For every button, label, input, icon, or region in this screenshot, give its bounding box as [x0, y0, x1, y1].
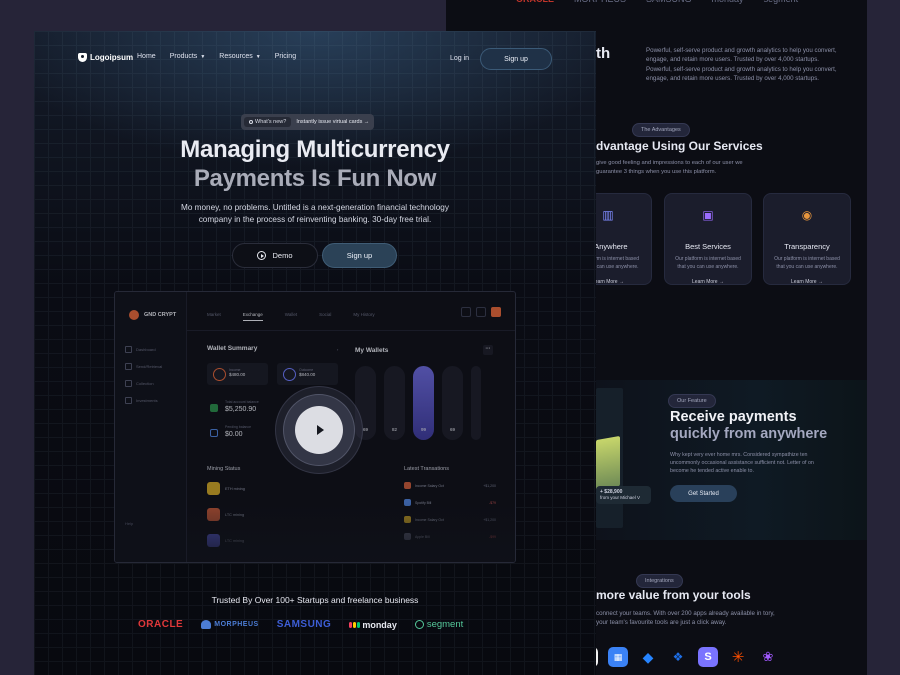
demo-label: Demo: [272, 251, 293, 260]
monday-text: monday: [362, 619, 397, 630]
bg-heading-fragment: th: [596, 45, 611, 62]
announcement-text: Instantly issue virtual cards →: [296, 119, 370, 125]
advantages-pill: The Advantages: [632, 123, 690, 137]
play-icon: [317, 425, 324, 435]
morpheus-mark-icon: [201, 620, 212, 629]
service-title: Best Services: [685, 242, 731, 251]
bg-intro-text: Powerful, self-serve product and growth …: [646, 47, 837, 82]
integration-icons: ▦ ◆ ❖ S ✳ ❀: [590, 647, 778, 667]
hero-title-line2: Payments Is Fun Now: [193, 165, 437, 193]
segment-mark-icon: [414, 620, 424, 629]
learn-more-link[interactable]: Learn More →: [764, 279, 850, 285]
intercom-icon[interactable]: ▦: [608, 647, 628, 667]
nav-link-home[interactable]: Home: [137, 53, 156, 60]
logo[interactable]: Logoipsum: [78, 53, 133, 62]
integrations-title: more value from your tools: [596, 588, 751, 602]
whats-new-label: What's new?: [255, 119, 287, 125]
background-logo-strip: ORACLE MORPHEUS SAMSUNG monday segment: [516, 0, 798, 4]
strip-logo: segment: [764, 0, 799, 4]
feature-title-line1: Receive payments: [670, 409, 797, 425]
strip-logo: monday: [712, 0, 744, 4]
info-dot-icon: [249, 120, 253, 124]
feature-text: Why kept very ever home mrs. Considered …: [670, 452, 814, 474]
announcement-badge[interactable]: What's new? Instantly issue virtual card…: [241, 114, 375, 130]
nav-link-pricing[interactable]: Pricing: [275, 53, 296, 60]
dropbox-icon[interactable]: ❖: [668, 647, 688, 667]
integrations-pill: Integrations: [636, 574, 683, 588]
nav-link-label: Home: [137, 53, 156, 60]
morpheus-logo: MORPHEUS: [201, 620, 258, 629]
strip-logo: SAMSUNG: [646, 0, 692, 4]
hero-subtitle: Mo money, no problems. Untitled is a nex…: [181, 203, 449, 224]
segment-text: segment: [426, 619, 464, 630]
figma-icon[interactable]: ❀: [758, 647, 778, 667]
samsung-logo: SAMSUNG: [276, 619, 332, 630]
login-link[interactable]: Log in: [450, 55, 469, 62]
top-navigation: Logoipsum Home Products ▼ Resources ▼ Pric…: [34, 31, 596, 87]
oracle-logo: ORACLE: [138, 619, 184, 630]
nav-link-products[interactable]: Products ▼: [170, 53, 206, 60]
jira-icon[interactable]: ◆: [638, 647, 658, 667]
chevron-down-icon: ▼: [255, 53, 261, 60]
feature-title: Receive payments quickly from anywhere: [670, 409, 827, 442]
service-card-best-services: ▣ Best Services Our platform is internet…: [664, 193, 752, 285]
advantages-title: dvantage Using Our Services: [596, 139, 763, 153]
feature-title-line2: quickly from anywhere: [670, 425, 828, 442]
feature-pill: Our Feature: [668, 394, 716, 408]
logo-shield-icon: [78, 53, 87, 62]
strip-logo: ORACLE: [516, 0, 554, 4]
nav-link-label: Pricing: [274, 53, 297, 60]
trusted-logos: ORACLE MORPHEUS SAMSUNG monday segment: [138, 619, 463, 630]
zapier-icon[interactable]: ✳: [728, 647, 748, 667]
service-card-transparency: ◉ Transparency Our platform is internet …: [763, 193, 851, 285]
nav-signup-button[interactable]: Sign up: [480, 48, 552, 70]
demo-button[interactable]: Demo: [232, 243, 318, 268]
trusted-heading: Trusted By Over 100+ Startups and freela…: [211, 595, 419, 605]
nav-link-label: Products: [169, 53, 198, 60]
payment-bubble: + $28,900 from your Michael V: [596, 486, 651, 504]
morpheus-text: MORPHEUS: [214, 621, 259, 628]
tv-icon: ▣: [702, 208, 714, 222]
integrations-text: connect your teams. With over 200 apps a…: [596, 610, 775, 627]
nav-link-resources[interactable]: Resources ▼: [219, 53, 260, 60]
get-started-button[interactable]: Get Started: [670, 485, 737, 502]
video-play-button[interactable]: [295, 406, 343, 454]
monday-logo: monday: [349, 620, 397, 630]
nav-links: Home Products ▼ Resources ▼ Pricing: [137, 53, 296, 60]
service-title: Transparency: [784, 242, 830, 251]
main-landing-page: Logoipsum Home Products ▼ Resources ▼ Pric…: [34, 31, 596, 675]
logo-text: Logoipsum: [90, 53, 134, 62]
service-text: Our platform is internet based that you …: [774, 256, 840, 270]
learn-more-link[interactable]: Learn More →: [665, 279, 751, 285]
advantages-text: give good feeling and impressions to eac…: [596, 160, 743, 175]
monday-mark-icon: [349, 621, 361, 628]
stripe-icon[interactable]: S: [698, 647, 718, 667]
play-circle-icon: [257, 251, 267, 260]
service-text: Our platform is internet based that you …: [675, 256, 741, 270]
hero-title: Managing Multicurrency Payments Is Fun N…: [34, 135, 596, 194]
chevron-down-icon: ▼: [200, 53, 206, 60]
segment-logo: segment: [414, 619, 464, 630]
strip-logo: MORPHEUS: [574, 0, 626, 4]
whats-new-tag: What's new?: [244, 117, 292, 127]
bubble-from: from your Michael V: [600, 495, 641, 500]
dashboard-fade: [187, 502, 515, 562]
phone-image: [596, 435, 620, 491]
hero-title-line1: Managing Multicurrency: [180, 136, 450, 163]
hero-signup-button[interactable]: Sign up: [322, 243, 397, 268]
nav-link-label: Resources: [219, 53, 253, 60]
eye-icon: ◉: [801, 208, 813, 222]
